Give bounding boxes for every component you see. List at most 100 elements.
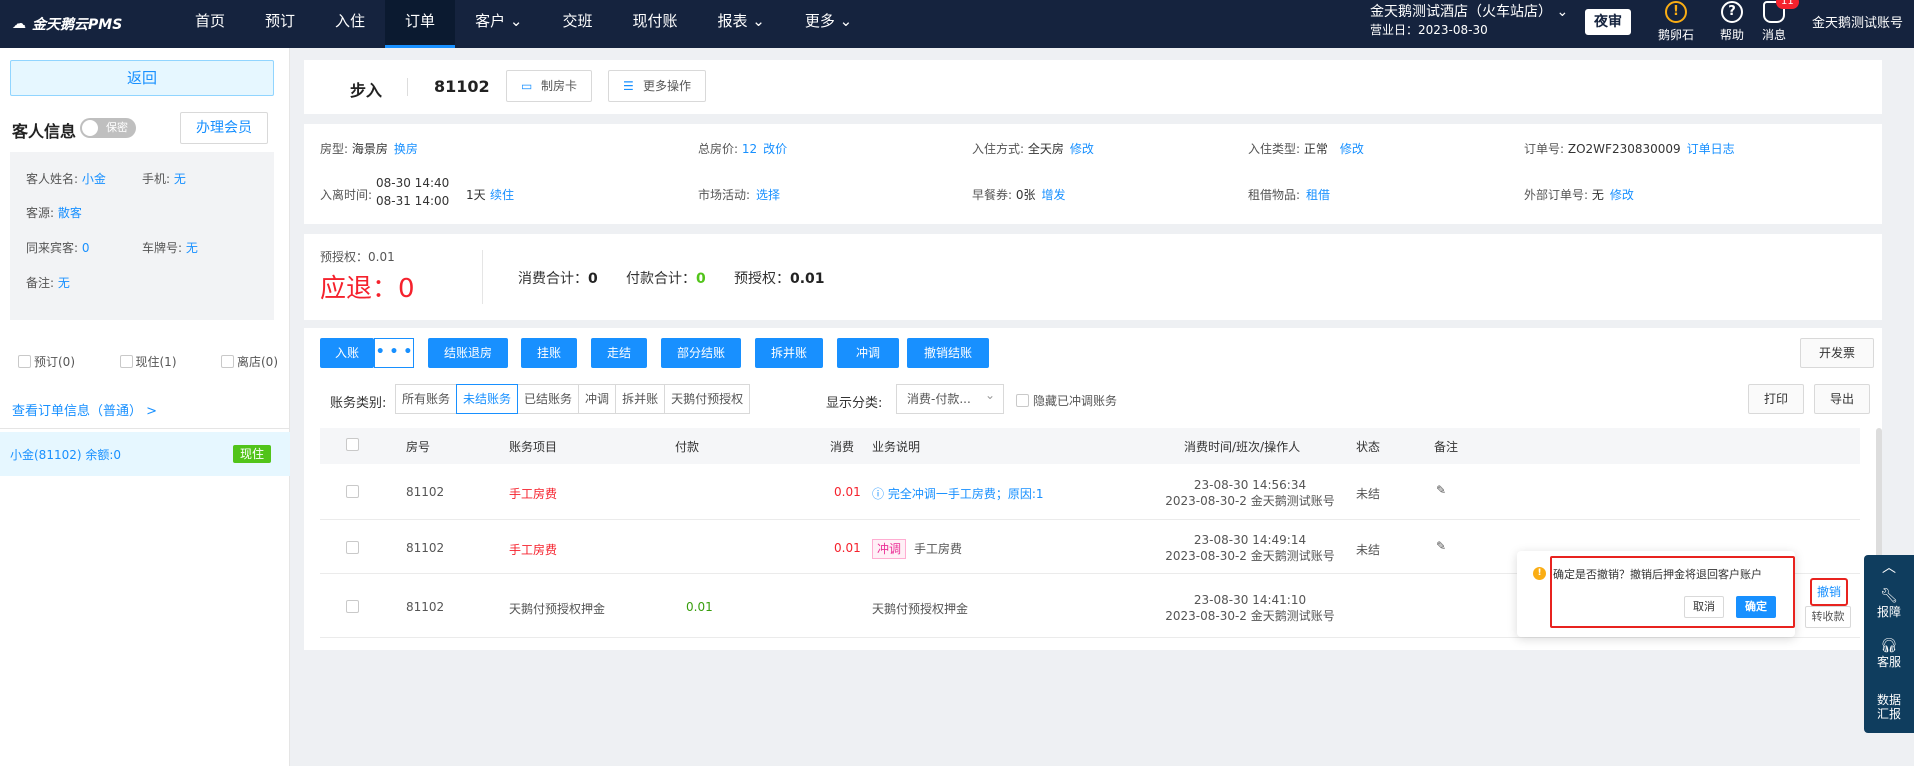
nav-order[interactable]: 订单 xyxy=(385,0,456,48)
row-checkbox[interactable] xyxy=(346,600,359,613)
data-report-button[interactable]: 数据 汇报 xyxy=(1864,693,1914,721)
nav-reports[interactable]: 报表 ⌄ xyxy=(697,0,784,48)
confirm-button[interactable]: 确定 xyxy=(1736,596,1776,618)
logo[interactable]: ☁ 金天鹅云PMS xyxy=(12,14,122,34)
companion-value[interactable]: 0 xyxy=(82,241,90,255)
select-market-link[interactable]: 选择 xyxy=(756,188,780,202)
hide-offset-checkbox[interactable]: 隐藏已冲调账务 xyxy=(1016,392,1117,409)
tab-settled[interactable]: 已结账务 xyxy=(517,384,580,414)
view-order-info-link[interactable]: 查看订单信息（普通） > xyxy=(12,400,157,419)
nav-shift[interactable]: 交班 xyxy=(542,0,612,48)
export-button[interactable]: 导出 xyxy=(1814,384,1870,414)
plate-value[interactable]: 无 xyxy=(186,241,198,255)
row-checkbox[interactable] xyxy=(346,541,359,554)
tab-preauth[interactable]: 天鹅付预授权 xyxy=(664,384,751,414)
night-audit-button[interactable]: 夜审 xyxy=(1585,9,1631,35)
room-type-value: 海景房 xyxy=(351,142,388,156)
divider xyxy=(407,78,408,96)
order-log-link[interactable]: 订单日志 xyxy=(1687,142,1735,156)
nav-home[interactable]: 首页 xyxy=(175,0,245,48)
desc-cell[interactable]: ⓘ 完全冲调一手工房费；原因:1 xyxy=(872,485,1044,502)
checkbox[interactable] xyxy=(1016,394,1029,407)
modify-external-link[interactable]: 修改 xyxy=(1610,188,1634,202)
row-checkbox[interactable] xyxy=(346,485,359,498)
checkbox[interactable] xyxy=(18,355,31,368)
checkin-type-label: 入住类型: xyxy=(1248,142,1301,156)
tab-unsettled[interactable]: 未结账务 xyxy=(456,384,519,414)
select-all-checkbox[interactable] xyxy=(346,438,359,451)
help-button[interactable]: ? 帮助 xyxy=(1710,1,1754,43)
customer-service-button[interactable]: 🎧︎ 客服 xyxy=(1864,639,1914,669)
order-number-value: ZO2WF230830009 xyxy=(1567,142,1681,156)
remark-value[interactable]: 无 xyxy=(58,276,70,290)
make-card-button[interactable]: ▭ 制房卡 xyxy=(506,70,593,102)
hang-account-button[interactable]: 挂账 xyxy=(521,338,577,368)
payment-value: 0 xyxy=(696,271,706,287)
offset-button[interactable]: 冲调 xyxy=(837,338,899,368)
edit-icon[interactable]: ✎ xyxy=(1436,539,1446,553)
guest-details: 客人姓名: 小金 手机: 无 客源: 散客 同来宾客: 0 车牌号: 无 备注:… xyxy=(10,152,274,320)
checkbox[interactable] xyxy=(221,355,234,368)
issue-breakfast-link[interactable]: 增发 xyxy=(1042,188,1066,202)
back-button[interactable]: 返回 xyxy=(10,60,274,96)
egg-stone-button[interactable]: ! 鹅卵石 xyxy=(1654,1,1698,43)
col-remark: 备注 xyxy=(1434,440,1459,454)
borrow-link[interactable]: 租借 xyxy=(1306,188,1330,202)
nav-reservation[interactable]: 预订 xyxy=(245,0,315,48)
divider xyxy=(482,250,483,304)
report-issue-button[interactable]: 🔧︎ 报障 xyxy=(1864,589,1914,619)
room-list-item[interactable]: 小金(81102) 余额:0 现住 xyxy=(0,432,290,476)
status-badge: 现住 xyxy=(233,445,272,463)
member-button[interactable]: 办理会员 xyxy=(180,112,268,144)
nav-cash-account[interactable]: 现付账 xyxy=(612,0,697,48)
tab-all[interactable]: 所有账务 xyxy=(395,384,458,414)
checkout-button[interactable]: 结账退房 xyxy=(428,338,508,368)
confirm-message: 确定是否撤销？撤销后押金将退回客户账户 xyxy=(1553,568,1762,581)
filter-left[interactable]: 离店(0) xyxy=(221,353,278,370)
source-value[interactable]: 散客 xyxy=(58,206,82,220)
more-ops-button[interactable]: ☰ 更多操作 xyxy=(608,70,707,102)
tab-split-merge[interactable]: 拆并账 xyxy=(615,384,666,414)
remark-field: 备注: 无 xyxy=(26,274,70,291)
modify-checkin-link[interactable]: 修改 xyxy=(1070,142,1094,156)
hotel-selector[interactable]: 金天鹅测试酒店（火车站店） ⌄ 营业日：2023-08-30 xyxy=(1370,3,1568,39)
more-actions-button[interactable]: • • • xyxy=(374,338,414,368)
privacy-toggle[interactable]: 保密 xyxy=(80,118,136,138)
modify-type-link[interactable]: 修改 xyxy=(1340,142,1364,156)
chevron-down-icon: ⌄ xyxy=(752,12,765,30)
change-room-link[interactable]: 换房 xyxy=(394,142,418,156)
transfer-collect-button[interactable]: 转收款 xyxy=(1805,606,1851,628)
extend-stay-link[interactable]: 续住 xyxy=(490,186,514,203)
checkbox[interactable] xyxy=(119,355,133,368)
guest-name-value[interactable]: 小金 xyxy=(82,172,106,186)
account-menu[interactable]: 金天鹅测试账号 xyxy=(1812,12,1903,31)
total-price-value[interactable]: 12 xyxy=(742,142,757,156)
nav-customer[interactable]: 客户 ⌄ xyxy=(455,0,542,48)
source-field: 客源: 散客 xyxy=(26,204,82,221)
stay-filters: 预订(0) 现住(1) 离店(0) xyxy=(18,353,278,370)
revoke-button[interactable]: 撤销 xyxy=(1810,578,1848,606)
split-merge-button[interactable]: 拆并账 xyxy=(755,338,823,368)
display-select[interactable]: 消费-付款... xyxy=(896,381,1004,414)
messages-button[interactable]: 11 消息 xyxy=(1752,0,1799,43)
filter-reserved[interactable]: 预订(0) xyxy=(18,353,75,370)
tab-offset[interactable]: 冲调 xyxy=(578,384,617,414)
cancel-checkout-button[interactable]: 撤销结账 xyxy=(907,338,989,368)
preauth-small: 预授权：0.01 xyxy=(320,250,395,264)
filter-current[interactable]: 现住(1) xyxy=(119,353,177,370)
cancel-button[interactable]: 取消 xyxy=(1684,596,1724,618)
post-button[interactable]: 入账 xyxy=(320,338,374,368)
nav-more[interactable]: 更多 ⌄ xyxy=(785,0,872,48)
phone-value[interactable]: 无 xyxy=(174,172,186,186)
change-price-link[interactable]: 改价 xyxy=(763,142,787,156)
walk-settle-button[interactable]: 走结 xyxy=(591,338,647,368)
partial-settle-button[interactable]: 部分结账 xyxy=(661,338,741,368)
nav-checkin[interactable]: 入住 xyxy=(315,0,385,48)
collapse-button[interactable]: ︿ xyxy=(1864,561,1914,577)
payment-cell: 0.01 xyxy=(686,600,713,614)
edit-icon[interactable]: ✎ xyxy=(1436,483,1446,497)
invoice-button[interactable]: 开发票 xyxy=(1800,338,1874,368)
table-row[interactable]: 81102 手工房费 0.01 ⓘ 完全冲调一手工房费；原因:1 23-08-3… xyxy=(320,464,1860,520)
print-button[interactable]: 打印 xyxy=(1748,384,1804,414)
refund-value: 0 xyxy=(398,274,415,304)
